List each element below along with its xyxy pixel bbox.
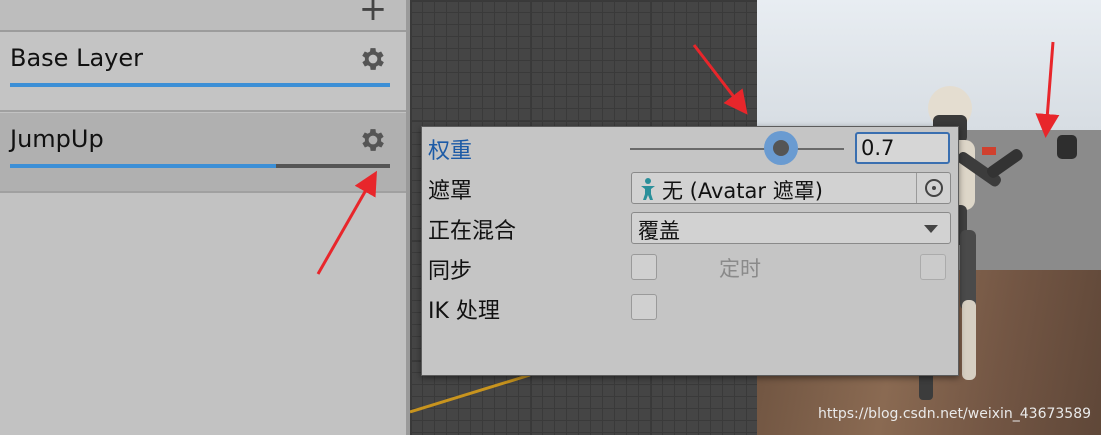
layer-item-base-layer[interactable]: Base Layer bbox=[0, 32, 408, 112]
weight-row: 权重 0.7 bbox=[422, 129, 958, 165]
weight-slider[interactable] bbox=[630, 148, 844, 150]
mask-object-field[interactable]: 无 (Avatar 遮罩) bbox=[631, 172, 951, 204]
layer-weight-fill bbox=[10, 164, 276, 168]
plus-icon[interactable]: + bbox=[358, 0, 388, 26]
layer-item-jumpup[interactable]: JumpUp bbox=[0, 113, 408, 193]
sync-checkbox[interactable] bbox=[631, 254, 657, 280]
ik-pass-label: IK 处理 bbox=[428, 299, 500, 324]
mask-row: 遮罩 无 (Avatar 遮罩) bbox=[422, 169, 958, 205]
blending-row: 正在混合 覆盖 bbox=[422, 209, 958, 245]
ik-pass-checkbox[interactable] bbox=[631, 294, 657, 320]
layer-weight-fill bbox=[10, 83, 390, 87]
layer-weight-bar bbox=[10, 164, 390, 168]
gear-icon[interactable] bbox=[358, 125, 388, 155]
layer-settings-popup: 权重 0.7 遮罩 无 (Avatar 遮罩) 正在混合 覆盖 同步 定时 IK… bbox=[421, 126, 959, 376]
layer-name: JumpUp bbox=[10, 125, 104, 153]
mask-label: 遮罩 bbox=[428, 179, 473, 204]
ik-pass-row: IK 处理 bbox=[422, 289, 958, 325]
chevron-down-icon bbox=[924, 225, 938, 233]
mask-value: 无 (Avatar 遮罩) bbox=[662, 179, 823, 203]
gear-icon[interactable] bbox=[358, 44, 388, 74]
layer-weight-bar bbox=[10, 83, 390, 87]
weight-label: 权重 bbox=[428, 139, 473, 164]
layers-panel: + Base Layer JumpUp bbox=[0, 0, 408, 435]
layers-toolbar: + bbox=[0, 0, 408, 32]
sync-label: 同步 bbox=[428, 259, 473, 284]
watermark: https://blog.csdn.net/weixin_43673589 bbox=[818, 406, 1092, 422]
timing-checkbox[interactable] bbox=[920, 254, 946, 280]
blending-label: 正在混合 bbox=[428, 219, 517, 244]
timing-label: 定时 bbox=[719, 257, 761, 281]
blending-dropdown[interactable]: 覆盖 bbox=[631, 212, 951, 244]
weight-value-field[interactable]: 0.7 bbox=[855, 132, 950, 164]
weight-slider-handle[interactable] bbox=[763, 131, 798, 165]
sync-row: 同步 定时 bbox=[422, 249, 958, 285]
avatar-mask-icon bbox=[641, 178, 655, 200]
object-picker-icon bbox=[925, 179, 943, 197]
blending-value: 覆盖 bbox=[638, 219, 680, 243]
slider-handle-center bbox=[772, 140, 789, 156]
object-picker-button[interactable] bbox=[916, 173, 951, 203]
layer-name: Base Layer bbox=[10, 44, 143, 72]
